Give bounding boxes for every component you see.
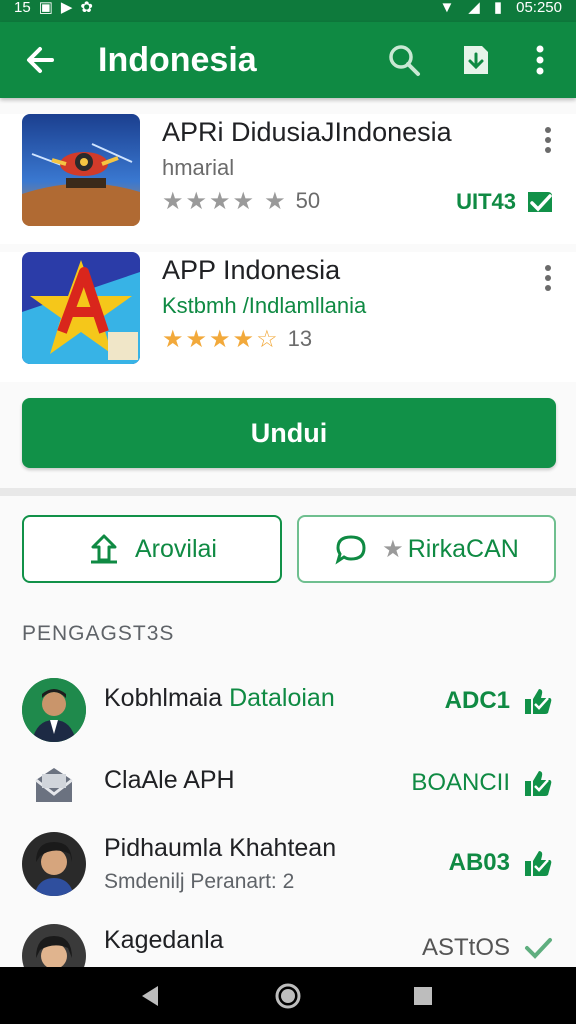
clock-time: 05:250 bbox=[516, 0, 562, 16]
mail-icon bbox=[22, 754, 86, 818]
wifi-icon: ▼ bbox=[439, 0, 455, 16]
install-icon[interactable] bbox=[456, 40, 496, 80]
feedback-text: ★ RirkaCAN bbox=[382, 535, 519, 564]
screen: 15 ▣ ▶ ✿ ▼ ◢ ▮ 05:250 Indonesia APRi Did… bbox=[0, 0, 576, 1024]
badge-label: ADC1 bbox=[444, 687, 510, 714]
rating-count: 50 bbox=[295, 188, 321, 213]
status-right: ▼ ◢ ▮ 05:250 bbox=[439, 0, 562, 16]
robot-game-icon bbox=[22, 114, 140, 226]
developer-name-main: ClaAle APH bbox=[104, 766, 235, 794]
developer-name-main: Pidhaumla Khahtean bbox=[104, 834, 337, 862]
app-menu-icon[interactable] bbox=[536, 260, 560, 296]
feedback-label: RirkaCAN bbox=[407, 534, 519, 563]
installed-badge: UIT43 bbox=[456, 188, 556, 216]
badge-label: UIT43 bbox=[456, 189, 516, 214]
nav-recents-icon[interactable] bbox=[408, 981, 438, 1011]
badge-label: ASTtOS bbox=[421, 934, 510, 961]
app-bar: Indonesia bbox=[0, 22, 576, 98]
developer-row[interactable]: Pidhaumla Khahtean Smdenilj Peranart: 2 … bbox=[0, 830, 576, 910]
badge-label: BOANCII bbox=[411, 769, 510, 796]
share-icon bbox=[91, 534, 117, 564]
star-rating-icon: ★★★★☆ bbox=[162, 325, 280, 353]
nav-home-icon[interactable] bbox=[273, 981, 303, 1011]
avatar bbox=[22, 832, 86, 896]
app-list-item[interactable]: APP Indonesia Kstbmh /Indlamllania ★★★★☆… bbox=[0, 252, 576, 382]
developer-row[interactable]: ClaAle APH BOANCII bbox=[0, 750, 576, 830]
rating-count: 13 bbox=[287, 326, 313, 351]
star-rating-icon: ★★★★ bbox=[162, 187, 257, 215]
nav-back-icon[interactable] bbox=[136, 981, 166, 1011]
image-icon: ▣ bbox=[38, 0, 53, 16]
check-icon bbox=[528, 192, 552, 212]
developer-badge: ADC1 bbox=[445, 686, 554, 716]
thumbs-up-icon bbox=[525, 851, 552, 876]
star-single-icon: ★ bbox=[264, 187, 288, 215]
developer-badge: BOANCII bbox=[411, 768, 554, 798]
play-icon: ▶ bbox=[60, 0, 73, 16]
feedback-button[interactable]: ★ RirkaCAN bbox=[297, 515, 556, 583]
avatar bbox=[22, 678, 86, 742]
developer-name: ClaAle APH bbox=[104, 766, 235, 795]
star-logo-icon bbox=[22, 252, 140, 364]
developer-badge: AB03 bbox=[449, 848, 554, 878]
app-rating: ★★★★☆ 13 bbox=[162, 324, 312, 354]
page-title: Indonesia bbox=[98, 41, 257, 79]
app-name: APRi DidusiaJIndonesia bbox=[162, 117, 452, 147]
status-bar: 15 ▣ ▶ ✿ ▼ ◢ ▮ 05:250 bbox=[0, 0, 576, 22]
section-title: PENGAGST3S bbox=[22, 622, 175, 645]
developer-row[interactable]: Kobhlmaia Dataloian ADC1 bbox=[0, 668, 576, 748]
app-developer: Kstbmh /Indlamllania bbox=[162, 293, 367, 318]
search-icon[interactable] bbox=[384, 40, 424, 80]
share-label: Arovilai bbox=[135, 534, 217, 563]
developer-name: Pidhaumla Khahtean bbox=[104, 834, 336, 863]
status-left: 15 ▣ ▶ ✿ bbox=[14, 0, 93, 16]
download-button[interactable]: Undui bbox=[22, 398, 556, 468]
thumbs-up-icon bbox=[525, 771, 552, 796]
developer-name-highlight: Dataloian bbox=[229, 684, 335, 712]
developer-badge: ASTtOS bbox=[422, 934, 554, 962]
battery-icon: ▮ bbox=[493, 0, 503, 16]
back-arrow-icon[interactable] bbox=[22, 42, 62, 78]
developer-name-main: Kagedanla bbox=[104, 926, 224, 954]
settings-icon: ✿ bbox=[80, 0, 93, 16]
developer-name-main: Kobhlmaia bbox=[104, 684, 223, 712]
share-button[interactable]: Arovilai bbox=[22, 515, 282, 583]
developer-name: Kagedanla bbox=[104, 926, 224, 955]
app-rating: ★★★★ ★ 50 bbox=[162, 186, 320, 216]
status-number: 15 bbox=[14, 0, 31, 16]
developer-subtitle: Smdenilj Peranart: 2 bbox=[104, 870, 295, 893]
developer-name: Kobhlmaia Dataloian bbox=[104, 684, 335, 713]
app-name: APP Indonesia bbox=[162, 255, 341, 285]
app-list-item[interactable]: APRi DidusiaJIndonesia hmarial ★★★★ ★ 50… bbox=[0, 114, 576, 244]
app-developer: hmarial bbox=[162, 155, 235, 180]
thumbs-up-icon bbox=[525, 689, 552, 714]
badge-label: AB03 bbox=[448, 849, 510, 876]
chat-icon bbox=[335, 535, 366, 565]
check-icon bbox=[525, 938, 552, 959]
signal-icon: ◢ bbox=[468, 0, 480, 16]
section-divider bbox=[0, 488, 576, 496]
more-options-icon[interactable] bbox=[522, 40, 558, 80]
star-icon: ★ bbox=[382, 535, 404, 563]
system-nav-bar bbox=[0, 967, 576, 1024]
app-menu-icon[interactable] bbox=[536, 122, 560, 158]
